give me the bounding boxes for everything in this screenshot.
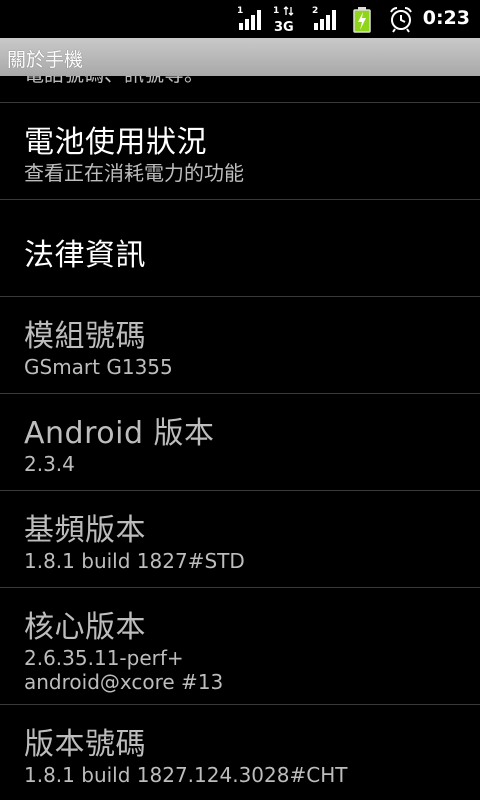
list-item-battery-use[interactable]: 電池使用狀況 查看正在消耗電力的功能 bbox=[0, 103, 480, 199]
sim3-label: 2 bbox=[312, 6, 318, 16]
settings-list[interactable]: 電話號碼、訊號等。 電池使用狀況 查看正在消耗電力的功能 法律資訊 模組號碼 G… bbox=[0, 76, 480, 800]
list-item-title: 電池使用狀況 bbox=[24, 125, 207, 160]
list-item-title: 基頻版本 bbox=[24, 513, 146, 548]
list-item-summary: 1.8.1 build 1827.124.3028#CHT bbox=[24, 763, 348, 787]
list-item-kernel-version: 核心版本 2.6.35.11-perf+ android@xcore #13 bbox=[0, 588, 480, 706]
page-title: 關於手機 bbox=[7, 49, 84, 71]
list-item-android-version[interactable]: Android 版本 2.3.4 bbox=[0, 394, 480, 490]
status-bar: 1 1 3G 2 0:23 bbox=[0, 0, 480, 38]
alarm-clock-icon bbox=[388, 4, 414, 34]
cut-off-summary: 電話號碼、訊號等。 bbox=[24, 76, 204, 87]
battery-charging-icon bbox=[352, 4, 372, 34]
list-item-summary: 2.3.4 bbox=[24, 452, 75, 476]
list-item-title: 核心版本 bbox=[24, 610, 146, 645]
list-item-summary: GSmart G1355 bbox=[24, 355, 173, 379]
list-item-build-number: 版本號碼 1.8.1 build 1827.124.3028#CHT bbox=[0, 705, 480, 800]
list-item-model-number: 模組號碼 GSmart G1355 bbox=[0, 297, 480, 393]
signal-2-icon: 2 bbox=[310, 4, 340, 34]
list-item-legal-info[interactable]: 法律資訊 bbox=[0, 200, 480, 296]
list-item-title: Android 版本 bbox=[24, 416, 215, 451]
list-item-summary: 2.6.35.11-perf+ bbox=[24, 646, 184, 670]
list-item-summary: 查看正在消耗電力的功能 bbox=[24, 161, 244, 185]
list-item-title: 法律資訊 bbox=[24, 238, 146, 273]
list-item-summary-line2: android@xcore #13 bbox=[24, 670, 224, 694]
sim1-label: 1 bbox=[237, 6, 243, 16]
title-bar: 關於手機 bbox=[0, 38, 480, 76]
list-item-summary: 1.8.1 build 1827#STD bbox=[24, 549, 245, 573]
signal-1-icon: 1 bbox=[236, 4, 264, 34]
sim2-label: 1 bbox=[273, 6, 279, 16]
list-item-title: 版本號碼 bbox=[24, 727, 146, 762]
status-time: 0:23 bbox=[422, 7, 470, 29]
list-item-title: 模組號碼 bbox=[24, 319, 146, 354]
signal-3g-icon: 1 3G bbox=[272, 4, 302, 35]
network-type-label: 3G bbox=[274, 20, 294, 34]
list-item-baseband-version: 基頻版本 1.8.1 build 1827#STD bbox=[0, 491, 480, 587]
